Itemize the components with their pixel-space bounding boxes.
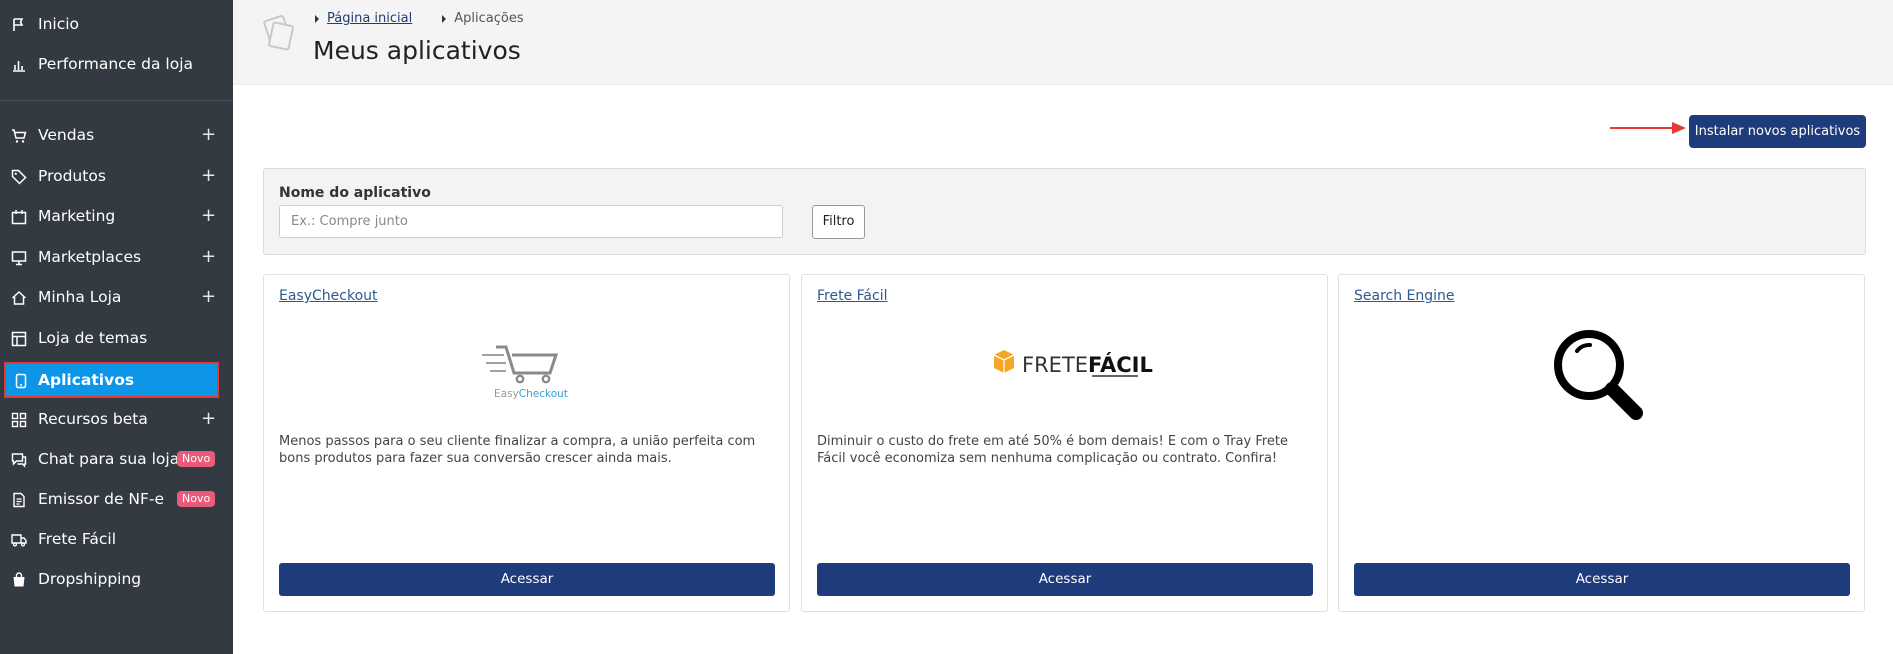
sidebar-item-produtos[interactable]: Produtos +	[0, 157, 233, 197]
app-card-easycheckout: EasyCheckout EasyCheckout Menos passos p…	[263, 274, 790, 612]
sidebar-item-recursos-beta[interactable]: Recursos beta +	[0, 400, 233, 440]
logo-text-facil: FÁCIL	[1088, 352, 1153, 377]
access-button[interactable]: Acessar	[1354, 563, 1850, 596]
logo-text-easy: Easy	[494, 388, 519, 400]
monitor-icon	[11, 251, 27, 266]
sidebar-item-vendas[interactable]: Vendas +	[0, 116, 233, 156]
app-title-link[interactable]: Search Engine	[1354, 288, 1455, 304]
sidebar-item-label: Inicio	[38, 15, 80, 33]
svg-text:EasyCheckout: EasyCheckout	[494, 388, 568, 400]
breadcrumb-home-link[interactable]: Página inicial	[327, 11, 412, 26]
caret-right-icon	[442, 14, 447, 23]
page-title: Meus aplicativos	[313, 36, 521, 65]
sidebar-item-emissor-nfe[interactable]: Emissor de NF-e Novo	[0, 480, 233, 520]
frete-facil-logo: FRETEFÁCIL	[993, 350, 1153, 377]
sidebar-item-label: Minha Loja	[38, 288, 122, 306]
access-button[interactable]: Acessar	[817, 563, 1313, 596]
bar-chart-icon	[13, 61, 25, 72]
sidebar-item-label: Vendas	[38, 126, 95, 144]
sidebar-item-label: Produtos	[38, 167, 106, 185]
sidebar-item-label: Aplicativos	[38, 371, 135, 389]
sidebar-item-chat[interactable]: Chat para sua loja Novo	[0, 440, 233, 480]
filter-panel: Nome do aplicativo Filtro	[263, 168, 1866, 255]
app-description: Menos passos para o seu cliente finaliza…	[279, 434, 756, 466]
app-description: Diminuir o custo do frete em até 50% é b…	[817, 434, 1289, 466]
sidebar-item-label: Marketplaces	[38, 248, 142, 266]
flag-icon	[13, 18, 24, 31]
apps-page-icon	[263, 15, 294, 51]
chat-icon	[11, 453, 27, 468]
app-title-link[interactable]: Frete Fácil	[817, 288, 887, 304]
filter-button[interactable]: Filtro	[812, 205, 865, 239]
bag-icon	[13, 572, 25, 587]
sidebar-item-label: Emissor de NF-e	[38, 490, 165, 508]
page-header: Página inicial Aplicações Meus aplicativ…	[233, 0, 1893, 85]
calendar-icon	[11, 210, 27, 225]
install-apps-button[interactable]: Instalar novos aplicativos	[1689, 115, 1866, 148]
tag-icon	[11, 169, 27, 185]
svg-text:FRETEFÁCIL: FRETEFÁCIL	[1022, 352, 1153, 377]
filter-label: Nome do aplicativo	[279, 185, 431, 201]
sidebar-item-loja-de-temas[interactable]: Loja de temas	[0, 319, 233, 359]
new-badge: Novo	[177, 451, 216, 467]
sidebar-item-label: Chat para sua loja	[38, 450, 180, 468]
sidebar-item-performance[interactable]: Performance da loja	[0, 45, 233, 85]
layout-icon	[11, 331, 27, 347]
expand-icon[interactable]: +	[201, 408, 216, 429]
sidebar-item-label: Recursos beta	[38, 410, 148, 428]
logo-text-checkout: Checkout	[519, 388, 568, 400]
breadcrumb: Página inicial Aplicações	[315, 11, 524, 26]
grid-icon	[11, 412, 27, 428]
access-button[interactable]: Acessar	[279, 563, 775, 596]
sidebar-item-marketing[interactable]: Marketing +	[0, 197, 233, 237]
expand-icon[interactable]: +	[201, 124, 216, 145]
sidebar-item-minha-loja[interactable]: Minha Loja +	[0, 278, 233, 318]
easycheckout-logo: EasyCheckout	[482, 345, 568, 400]
truck-icon	[11, 534, 27, 547]
sidebar-item-label: Loja de temas	[38, 329, 148, 347]
sidebar-item-label: Performance da loja	[38, 55, 194, 73]
cart-icon	[12, 129, 27, 143]
sidebar-item-label: Marketing	[38, 207, 116, 225]
breadcrumb-current: Aplicações	[454, 11, 524, 26]
red-arrow-icon	[1610, 122, 1686, 134]
magnifier-icon	[1554, 330, 1643, 420]
sidebar-divider	[0, 100, 233, 101]
sidebar: Inicio Performance da loja Vendas + Prod…	[0, 0, 233, 654]
new-badge: Novo	[177, 491, 216, 507]
expand-icon[interactable]: +	[201, 246, 216, 267]
sidebar-item-label: Dropshipping	[38, 570, 142, 588]
app-card-frete-facil: Frete Fácil FRETEFÁCIL Diminuir o custo …	[801, 274, 1328, 612]
phone-icon	[15, 373, 27, 389]
home-icon	[11, 290, 27, 305]
sidebar-item-aplicativos[interactable]: Aplicativos	[4, 362, 219, 398]
app-card-search-engine: Search Engine Acessar	[1338, 274, 1865, 612]
sidebar-item-frete-facil[interactable]: Frete Fácil	[0, 520, 233, 560]
expand-icon[interactable]: +	[201, 286, 216, 307]
sidebar-item-inicio[interactable]: Inicio	[0, 5, 233, 45]
sidebar-item-dropshipping[interactable]: Dropshipping	[0, 560, 233, 600]
sidebar-item-marketplaces[interactable]: Marketplaces +	[0, 238, 233, 278]
app-title-link[interactable]: EasyCheckout	[279, 288, 378, 304]
app-name-input[interactable]	[279, 205, 783, 238]
expand-icon[interactable]: +	[201, 205, 216, 226]
logo-text-frete: FRETE	[1022, 353, 1088, 377]
sidebar-item-label: Frete Fácil	[38, 530, 117, 548]
caret-right-icon	[315, 14, 319, 23]
document-icon	[13, 492, 25, 508]
expand-icon[interactable]: +	[201, 165, 216, 186]
